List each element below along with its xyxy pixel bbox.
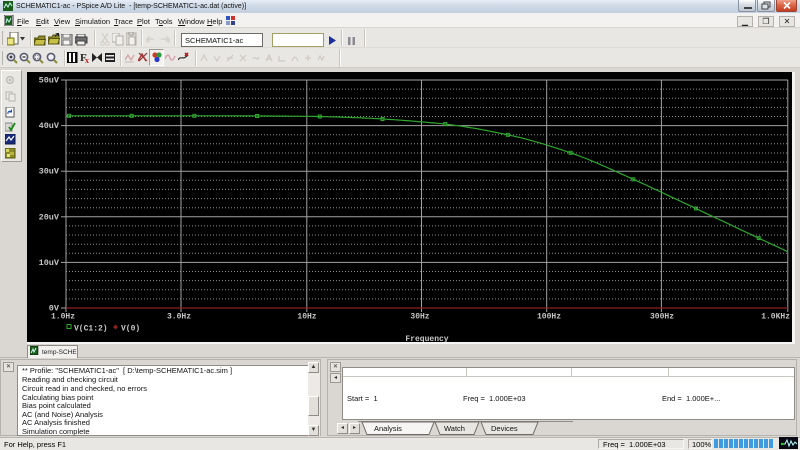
svg-text:50uV: 50uV [39,76,60,86]
svg-text:Analysis: Analysis [374,424,402,433]
svg-text:1.0KHz: 1.0KHz [761,313,790,322]
svg-text:V(0): V(0) [121,325,140,334]
svg-text:10Hz: 10Hz [297,313,316,322]
svg-text:100Hz: 100Hz [537,313,561,322]
svg-text:3.0Hz: 3.0Hz [167,313,191,322]
svg-text:20uV: 20uV [39,212,60,222]
svg-text:30uV: 30uV [39,167,60,177]
svg-text:Frequency: Frequency [405,335,448,342]
svg-text:30Hz: 30Hz [410,313,429,322]
svg-text:300Hz: 300Hz [650,313,674,322]
svg-text:40uV: 40uV [39,121,60,131]
svg-text:10uV: 10uV [39,258,60,268]
svg-text:Watch: Watch [444,424,465,433]
svg-text:1.0Hz: 1.0Hz [51,313,75,322]
svg-text:x: x [85,56,89,63]
svg-text:Devices: Devices [491,424,518,433]
svg-text:V(C1:2): V(C1:2) [74,325,108,334]
